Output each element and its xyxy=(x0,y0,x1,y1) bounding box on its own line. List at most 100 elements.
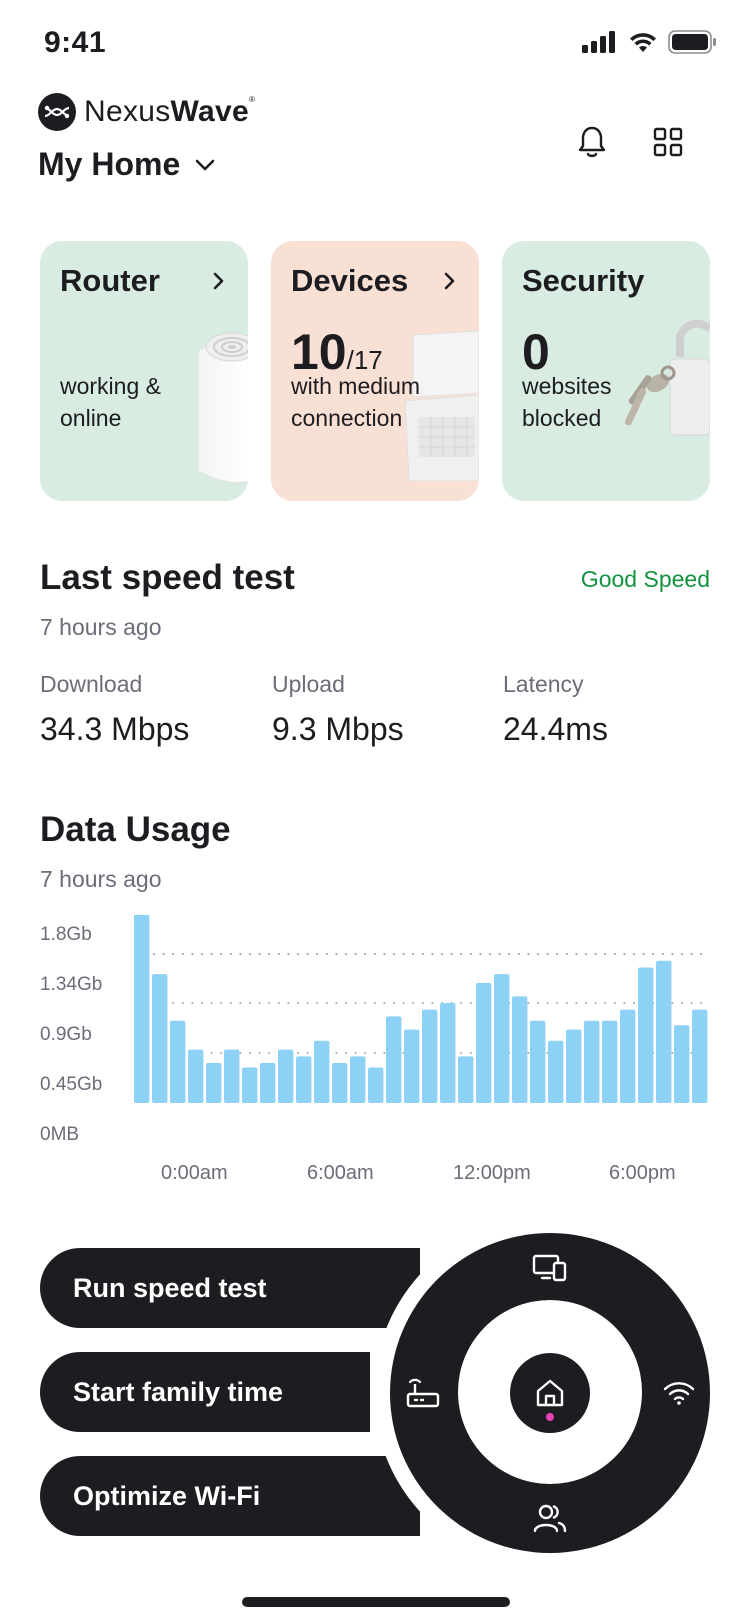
home-nav-button[interactable] xyxy=(510,1353,590,1433)
brand-name-light: Nexus xyxy=(84,95,171,128)
usage-bar xyxy=(224,1049,240,1103)
upload-value: 9.3 Mbps xyxy=(272,711,404,747)
usage-bar xyxy=(422,1009,438,1103)
start-family-time-button[interactable]: Start family time xyxy=(40,1352,370,1432)
usage-bar xyxy=(548,1040,564,1103)
usage-bar xyxy=(296,1056,312,1103)
chevron-right-icon xyxy=(444,272,455,290)
start-family-time-label: Start family time xyxy=(73,1376,284,1407)
usage-bar xyxy=(512,996,528,1103)
devices-card-title: Devices xyxy=(291,263,409,298)
usage-bar xyxy=(188,1049,204,1103)
usage-bar xyxy=(674,1025,690,1103)
speed-test-title: Last speed test xyxy=(40,558,295,597)
wifi-icon xyxy=(663,1382,695,1405)
devices-card[interactable]: Devices 10/17 with medium connection xyxy=(271,241,479,501)
usage-bar xyxy=(368,1067,384,1103)
devices-status-line2: connection xyxy=(291,405,403,431)
usage-bar xyxy=(566,1029,582,1103)
run-speed-test-button[interactable]: Run speed test xyxy=(40,1248,420,1328)
latency-value: 24.4ms xyxy=(503,711,608,747)
y-tick-label: 0MB xyxy=(40,1124,80,1145)
usage-bar xyxy=(260,1063,276,1103)
chevron-down-icon xyxy=(195,159,215,170)
router-icon xyxy=(406,1378,440,1408)
brand-logo: NexusWave® xyxy=(38,93,255,131)
security-status-line1: websites xyxy=(522,373,612,399)
router-nav-button[interactable] xyxy=(398,1368,448,1418)
usage-bar xyxy=(530,1020,546,1103)
notifications-button[interactable] xyxy=(570,120,614,164)
usage-bar xyxy=(134,915,150,1103)
usage-bar xyxy=(494,974,510,1103)
x-tick-label: 0:00am xyxy=(161,1162,228,1184)
chevron-right-icon xyxy=(213,272,224,290)
usage-bar xyxy=(476,983,492,1103)
usage-bar xyxy=(170,1020,186,1103)
brand-registered-mark: ® xyxy=(249,95,256,104)
usage-bar xyxy=(638,967,654,1103)
router-card-title: Router xyxy=(60,263,160,298)
y-tick-label: 0.9Gb xyxy=(40,1024,92,1045)
y-tick-label: 1.34Gb xyxy=(40,974,103,995)
security-card[interactable]: Security 0 websites blocked xyxy=(502,241,710,501)
usage-bar xyxy=(440,1003,456,1103)
usage-bar xyxy=(278,1049,294,1103)
people-nav-button[interactable] xyxy=(525,1493,575,1543)
data-usage-title: Data Usage xyxy=(40,810,231,849)
usage-bar xyxy=(314,1040,330,1103)
x-tick-label: 12:00pm xyxy=(453,1162,531,1184)
usage-bar xyxy=(620,1009,636,1103)
download-label: Download xyxy=(40,671,143,697)
usage-bar xyxy=(656,960,672,1103)
usage-bar xyxy=(350,1056,366,1103)
people-icon xyxy=(533,1504,567,1533)
nexuswave-logo-icon xyxy=(38,93,76,131)
brand-name: NexusWave® xyxy=(84,95,255,129)
grid-icon xyxy=(653,127,683,157)
y-tick-label: 0.45Gb xyxy=(40,1074,103,1095)
speed-test-timestamp: 7 hours ago xyxy=(40,614,162,640)
usage-bar xyxy=(206,1063,222,1103)
cellular-signal-icon xyxy=(582,31,615,53)
grid-menu-button[interactable] xyxy=(646,120,690,164)
x-tick-label: 6:00pm xyxy=(609,1162,676,1184)
usage-bar xyxy=(458,1056,474,1103)
y-tick-label: 1.8Gb xyxy=(40,924,92,945)
active-indicator-dot xyxy=(546,1413,554,1421)
home-selector[interactable]: My Home xyxy=(38,146,216,183)
status-icons xyxy=(582,30,718,54)
security-card-title: Security xyxy=(522,263,645,298)
security-status-line2: blocked xyxy=(522,405,602,431)
router-status-line2: online xyxy=(60,405,122,431)
devices-icon xyxy=(532,1254,567,1282)
usage-bar xyxy=(602,1020,618,1103)
home-icon xyxy=(536,1379,564,1407)
router-card[interactable]: Router working & online xyxy=(40,241,248,501)
router-status-line1: working & xyxy=(60,373,161,399)
battery-icon xyxy=(668,30,716,54)
upload-label: Upload xyxy=(272,671,345,697)
usage-bar xyxy=(242,1067,258,1103)
padlock-keys-image xyxy=(624,319,710,436)
wifi-nav-button[interactable] xyxy=(654,1368,704,1418)
usage-bar xyxy=(584,1020,600,1103)
usage-bar xyxy=(404,1029,420,1103)
home-indicator-bar xyxy=(242,1597,510,1607)
bell-icon xyxy=(578,126,606,158)
speed-status-badge: Good Speed xyxy=(580,566,710,592)
home-name: My Home xyxy=(38,146,181,182)
download-value: 34.3 Mbps xyxy=(40,711,190,747)
devices-nav-button[interactable] xyxy=(525,1243,575,1293)
run-speed-test-label: Run speed test xyxy=(73,1272,267,1303)
status-time: 9:41 xyxy=(44,26,107,59)
latency-label: Latency xyxy=(503,671,584,697)
usage-bar xyxy=(386,1016,402,1103)
usage-bar xyxy=(152,974,168,1103)
data-usage-timestamp: 7 hours ago xyxy=(40,866,162,892)
brand-name-bold: Wave xyxy=(170,95,250,128)
usage-bar xyxy=(332,1063,348,1103)
wifi-status-icon xyxy=(630,33,656,52)
laptop-image xyxy=(404,331,479,481)
optimize-wifi-button[interactable]: Optimize Wi-Fi xyxy=(40,1456,420,1536)
